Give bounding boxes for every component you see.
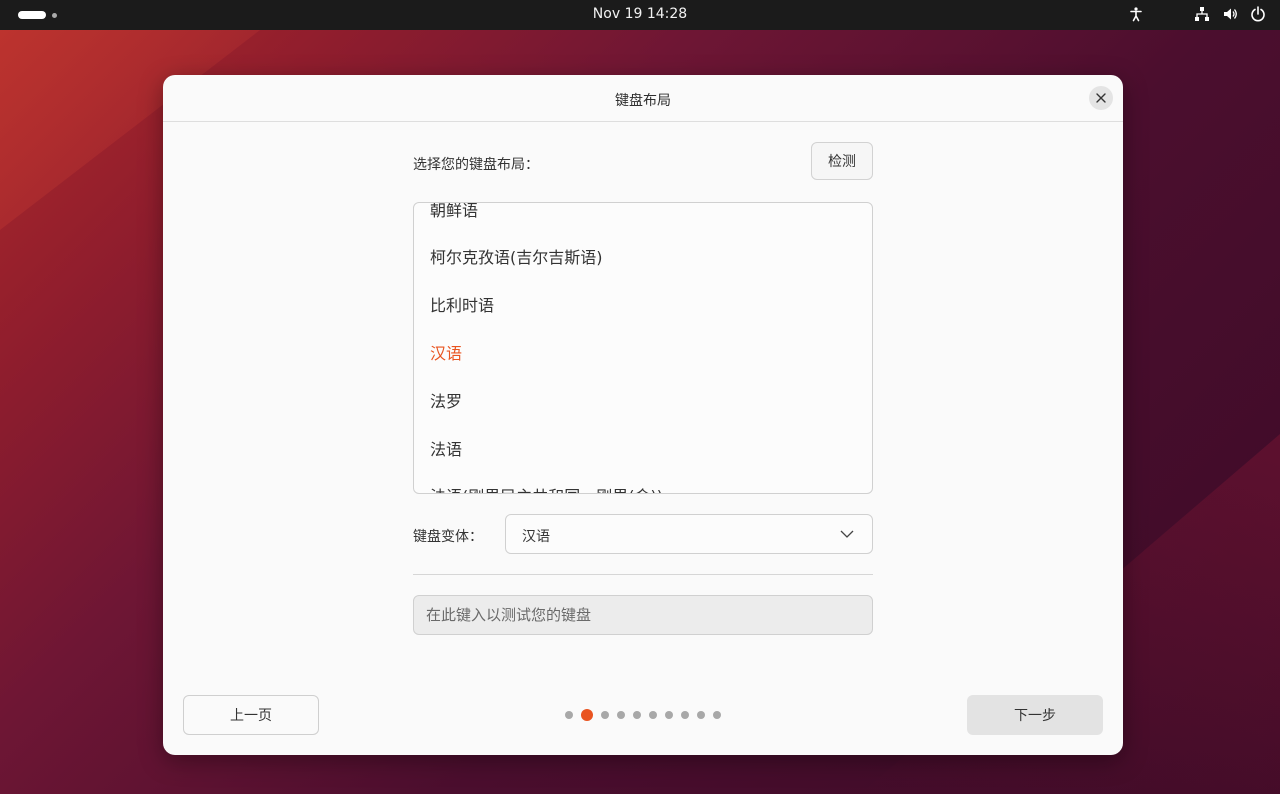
pager-dot [665, 711, 673, 719]
layout-item[interactable]: 柯尔克孜语(吉尔吉斯语) [430, 244, 603, 268]
clock[interactable]: Nov 19 14:28 [0, 6, 1280, 22]
divider [413, 574, 873, 575]
detect-button[interactable]: 检测 [811, 142, 873, 180]
layout-item-selected[interactable]: 汉语 [430, 340, 462, 364]
pager-dot [713, 711, 721, 719]
step-pager [565, 709, 721, 721]
layout-item[interactable]: 法语 [430, 436, 462, 460]
pager-dot [565, 711, 573, 719]
keyboard-layout-dialog: 键盘布局 选择您的键盘布局： 检测 朝鲜语 柯尔克孜语(吉尔吉斯语) 比利时语 … [163, 75, 1123, 755]
pager-dot [601, 711, 609, 719]
pager-dot-active [581, 709, 593, 721]
keyboard-test-input[interactable] [413, 595, 873, 635]
layout-item[interactable]: 法罗 [430, 388, 462, 412]
layout-item[interactable]: 朝鲜语 [430, 203, 478, 221]
top-bar: Nov 19 14:28 [0, 0, 1280, 30]
close-icon [1096, 93, 1106, 103]
pager-dot [697, 711, 705, 719]
pager-dot [649, 711, 657, 719]
power-icon[interactable] [1250, 6, 1266, 22]
next-button[interactable]: 下一步 [967, 695, 1103, 735]
variant-dropdown[interactable]: 汉语 [505, 514, 873, 554]
dialog-header: 键盘布局 [163, 75, 1123, 122]
variant-value: 汉语 [522, 529, 550, 545]
system-tray[interactable] [1128, 6, 1266, 22]
layout-item[interactable]: 比利时语 [430, 292, 494, 316]
dialog-title: 键盘布局 [615, 93, 671, 109]
pager-dot [617, 711, 625, 719]
dialog-content: 选择您的键盘布局： 检测 朝鲜语 柯尔克孜语(吉尔吉斯语) 比利时语 汉语 法罗… [413, 142, 873, 635]
layout-prompt: 选择您的键盘布局： [413, 157, 539, 173]
pager-dot [633, 711, 641, 719]
variant-label: 键盘变体： [413, 529, 483, 545]
back-button[interactable]: 上一页 [183, 695, 319, 735]
network-icon[interactable] [1194, 6, 1210, 22]
pager-dot [681, 711, 689, 719]
layout-item[interactable]: 法语(刚果民主共和国，刚果(金)) [430, 483, 663, 493]
close-button[interactable] [1089, 86, 1113, 110]
layout-list[interactable]: 朝鲜语 柯尔克孜语(吉尔吉斯语) 比利时语 汉语 法罗 法语 法语(刚果民主共和… [413, 202, 873, 494]
volume-icon[interactable] [1222, 6, 1238, 22]
accessibility-icon[interactable] [1128, 6, 1144, 22]
chevron-down-icon [840, 530, 854, 538]
